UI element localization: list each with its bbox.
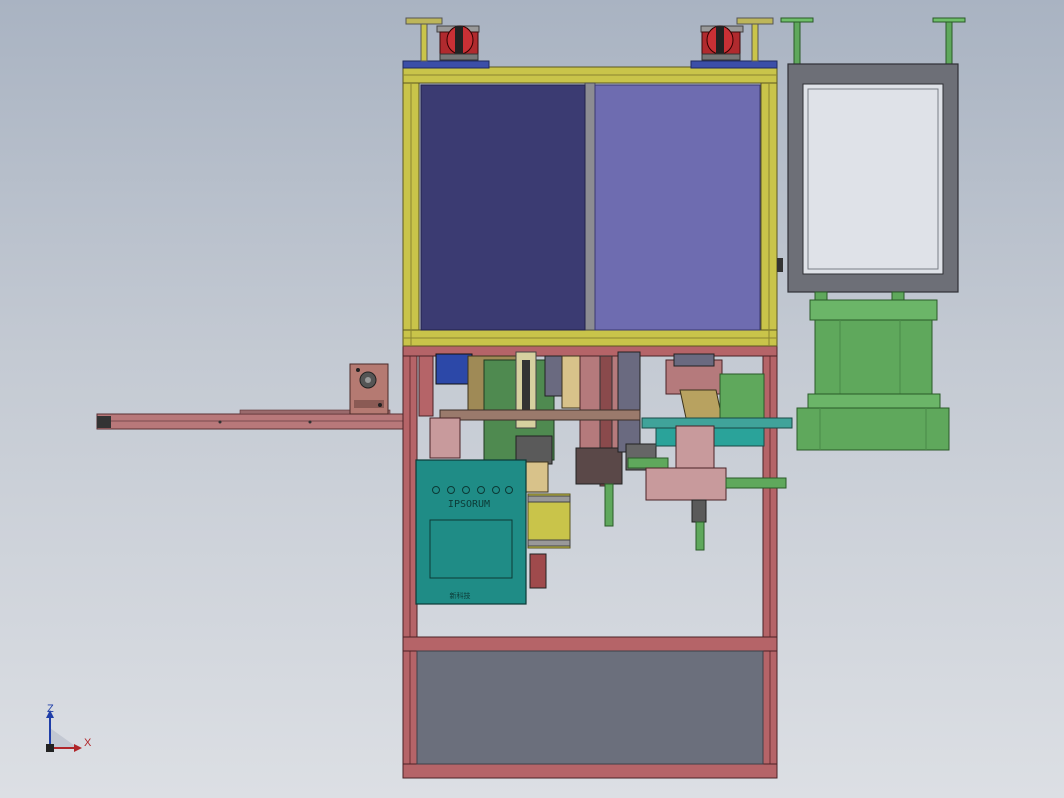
cabinet-footer-label: 新科技 [450, 591, 471, 600]
coordinate-triad: Z X [46, 703, 92, 752]
lower-panel [416, 650, 764, 765]
caster-plate-left [402, 60, 490, 69]
caster-plate-right [690, 60, 778, 69]
cad-assembly-view: IPSORUM 新科技 Z X [46, 17, 966, 779]
cabinet-label: IPSORUM [448, 499, 490, 510]
conveyor-motor-bracket [349, 363, 389, 415]
triad-x-label: X [84, 737, 92, 749]
control-cabinet: IPSORUM 新科技 [415, 459, 527, 605]
upper-left-panel [420, 84, 586, 331]
caster-left [405, 17, 480, 62]
vibratory-bowl [796, 291, 950, 451]
right-grey-frame [777, 17, 966, 293]
upper-right-panel [594, 84, 761, 331]
triad-z-label: Z [47, 703, 54, 715]
caster-right [700, 17, 774, 62]
